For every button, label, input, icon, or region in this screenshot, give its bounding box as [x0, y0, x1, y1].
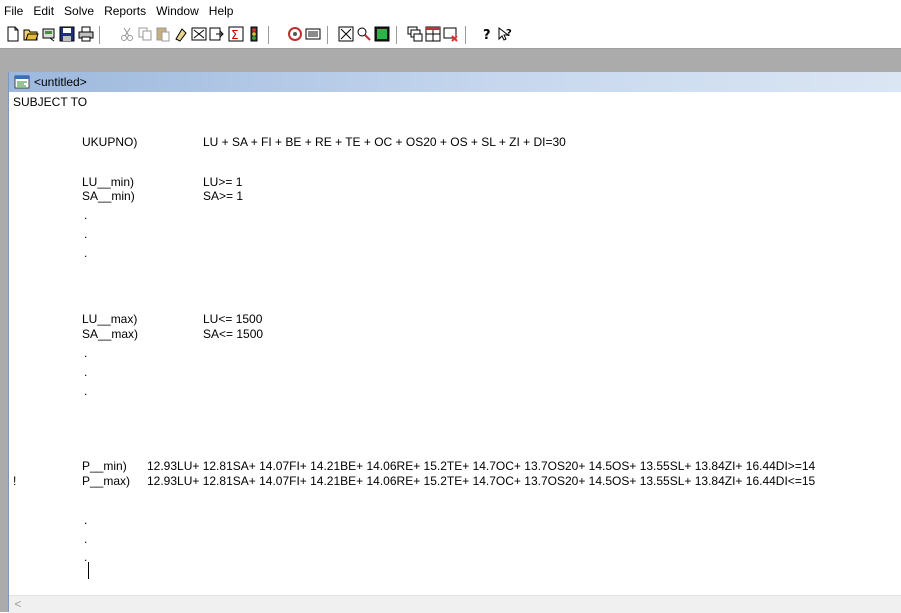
open-file-icon[interactable] [40, 25, 58, 43]
ellipsis-dot: . [84, 365, 88, 379]
menu-edit[interactable]: Edit [28, 2, 59, 20]
document-title: <untitled> [34, 75, 87, 89]
paste-icon[interactable] [154, 25, 172, 43]
svg-text:?: ? [506, 28, 512, 39]
matrix-picture-icon[interactable] [337, 25, 355, 43]
cut-icon[interactable] [118, 25, 136, 43]
toolbar-separator [396, 26, 398, 44]
cascade-icon[interactable] [406, 25, 424, 43]
ellipsis-dot: . [84, 513, 88, 527]
menu-solve[interactable]: Solve [59, 2, 99, 20]
constraint-expression: LU>= 1 [203, 175, 243, 189]
constraint-label: P__min) [82, 459, 127, 473]
clear-icon[interactable] [190, 25, 208, 43]
menu-file[interactable]: File [0, 2, 28, 20]
print-icon[interactable] [77, 25, 95, 43]
horizontal-scrollbar[interactable]: < [9, 595, 901, 613]
solve-sum-icon[interactable]: Σ [227, 25, 245, 43]
menu-reports[interactable]: Reports [99, 2, 151, 20]
compile-icon[interactable] [373, 25, 391, 43]
svg-text:Σ: Σ [231, 28, 239, 42]
look-icon[interactable] [355, 25, 373, 43]
toolbar: Σ ? ? [0, 22, 901, 49]
scroll-left-arrow[interactable]: < [12, 597, 24, 612]
constraint-expression: LU<= 1500 [203, 312, 263, 326]
close-all-icon[interactable] [442, 25, 460, 43]
ellipsis-dot: . [84, 550, 88, 564]
menu-window[interactable]: Window [151, 2, 204, 20]
constraint-label: SA__min) [82, 189, 135, 203]
open-icon[interactable] [22, 25, 40, 43]
toolbar-separator [99, 26, 101, 44]
find-icon[interactable] [172, 25, 190, 43]
constraint-expression: LU + SA + FI + BE + RE + TE + OC + OS20 … [203, 135, 566, 149]
send-to-back-icon[interactable] [208, 25, 226, 43]
mdi-area: <untitled> SUBJECT TO UKUPNO) LU + SA + … [0, 49, 901, 613]
text-caret [88, 562, 89, 579]
constraint-label: SA__max) [82, 327, 139, 341]
constraint-expression: 12.93LU+ 12.81SA+ 14.07FI+ 14.21BE+ 14.0… [147, 459, 816, 473]
new-icon[interactable] [4, 25, 22, 43]
go-icon[interactable] [245, 25, 263, 43]
document-window: <untitled> SUBJECT TO UKUPNO) LU + SA + … [8, 72, 901, 613]
toolbar-separator [268, 26, 270, 44]
options-icon[interactable] [286, 25, 304, 43]
toolbar-separator [327, 26, 329, 44]
ellipsis-dot: . [84, 227, 88, 241]
document-titlebar[interactable]: <untitled> [9, 72, 901, 92]
constraint-label: P__max) [82, 474, 131, 488]
model-editor[interactable]: SUBJECT TO UKUPNO) LU + SA + FI + BE + R… [9, 92, 901, 595]
context-help-icon[interactable]: ? [496, 25, 514, 43]
menu-help[interactable]: Help [204, 2, 239, 20]
model-document-icon [14, 75, 30, 89]
constraint-expression: SA>= 1 [203, 189, 244, 203]
ellipsis-dot: . [84, 384, 88, 398]
ellipsis-dot: . [84, 208, 88, 222]
editor-line-subject-to: SUBJECT TO [13, 95, 88, 109]
comment-marker: ! [13, 474, 17, 488]
svg-text:?: ? [483, 28, 491, 42]
help-icon[interactable]: ? [478, 25, 496, 43]
tile-icon[interactable] [424, 25, 442, 43]
menu-bar: File Edit Solve Reports Window Help [0, 0, 901, 22]
window-icon[interactable] [304, 25, 322, 43]
save-icon[interactable] [58, 25, 76, 43]
constraint-label: LU__max) [82, 312, 138, 326]
constraint-expression: SA<= 1500 [203, 327, 264, 341]
constraint-label: UKUPNO) [82, 135, 138, 149]
constraint-label: LU__min) [82, 175, 135, 189]
copy-icon[interactable] [136, 25, 154, 43]
ellipsis-dot: . [84, 532, 88, 546]
ellipsis-dot: . [84, 246, 88, 260]
constraint-expression: 12.93LU+ 12.81SA+ 14.07FI+ 14.21BE+ 14.0… [147, 474, 816, 488]
toolbar-separator [465, 26, 467, 44]
ellipsis-dot: . [84, 346, 88, 360]
